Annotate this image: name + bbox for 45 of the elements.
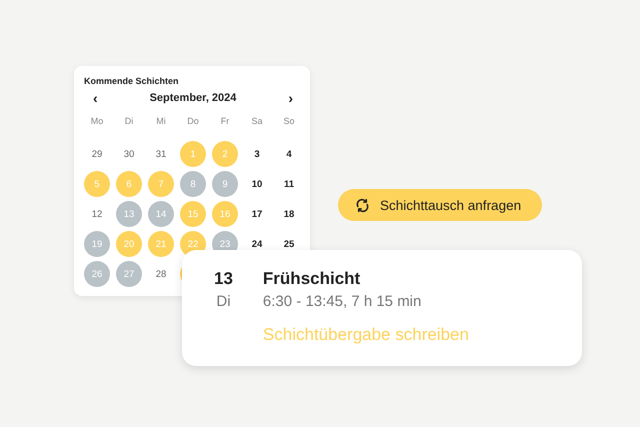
- calendar-day[interactable]: 11: [276, 171, 302, 197]
- weekday-label: Mo: [90, 115, 104, 128]
- calendar-day[interactable]: 21: [148, 231, 174, 257]
- calendar-day[interactable]: 31: [148, 141, 174, 167]
- calendar-day[interactable]: 3: [244, 141, 270, 167]
- month-label: September, 2024: [150, 92, 236, 104]
- weekday-label: Do: [186, 115, 200, 128]
- calendar-day[interactable]: 14: [148, 201, 174, 227]
- calendar-day[interactable]: 9: [212, 171, 238, 197]
- weekday-label: Fr: [220, 115, 230, 128]
- weekday-label: So: [282, 115, 296, 128]
- swap-request-button[interactable]: Schichttausch anfragen: [338, 189, 542, 221]
- calendar-day[interactable]: 15: [180, 201, 206, 227]
- calendar-day[interactable]: 27: [116, 261, 142, 287]
- calendar-day[interactable]: 12: [84, 201, 110, 227]
- weekday-label: Sa: [250, 115, 264, 128]
- shift-title: Frühschicht: [262, 269, 362, 289]
- calendar-day[interactable]: 26: [84, 261, 110, 287]
- calendar-day[interactable]: 6: [116, 171, 142, 197]
- calendar-day[interactable]: 5: [84, 171, 110, 197]
- calendar-day[interactable]: 8: [180, 171, 206, 197]
- previous-month-button[interactable]: ‹: [89, 90, 102, 106]
- calendar-day[interactable]: 30: [116, 141, 142, 167]
- calendar-day[interactable]: 19: [84, 231, 110, 257]
- shift-time: 6:30 - 13:45, 7 h 15 min: [262, 293, 422, 310]
- calendar-day[interactable]: 20: [116, 231, 142, 257]
- shift-date: 13: [214, 269, 233, 289]
- shift-weekday: Di: [216, 293, 231, 310]
- calendar-day[interactable]: 17: [244, 201, 270, 227]
- calendar-day[interactable]: 2: [212, 141, 238, 167]
- weekday-label: Di: [124, 115, 134, 128]
- calendar-day[interactable]: 28: [148, 261, 174, 287]
- calendar-day[interactable]: 18: [276, 201, 302, 227]
- calendar-day[interactable]: 10: [244, 171, 270, 197]
- calendar-title: Kommende Schichten: [84, 76, 180, 86]
- weekday-label: Mi: [155, 115, 167, 128]
- calendar-day[interactable]: 29: [84, 141, 110, 167]
- calendar-day[interactable]: 1: [180, 141, 206, 167]
- handover-link[interactable]: Schichtübergabe schreiben: [262, 325, 469, 345]
- calendar-day[interactable]: 13: [116, 201, 142, 227]
- refresh-icon: [355, 198, 370, 212]
- calendar-day[interactable]: 7: [148, 171, 174, 197]
- calendar-day[interactable]: 4: [276, 141, 302, 167]
- next-month-button[interactable]: ›: [284, 90, 297, 106]
- calendar-day[interactable]: 16: [212, 201, 238, 227]
